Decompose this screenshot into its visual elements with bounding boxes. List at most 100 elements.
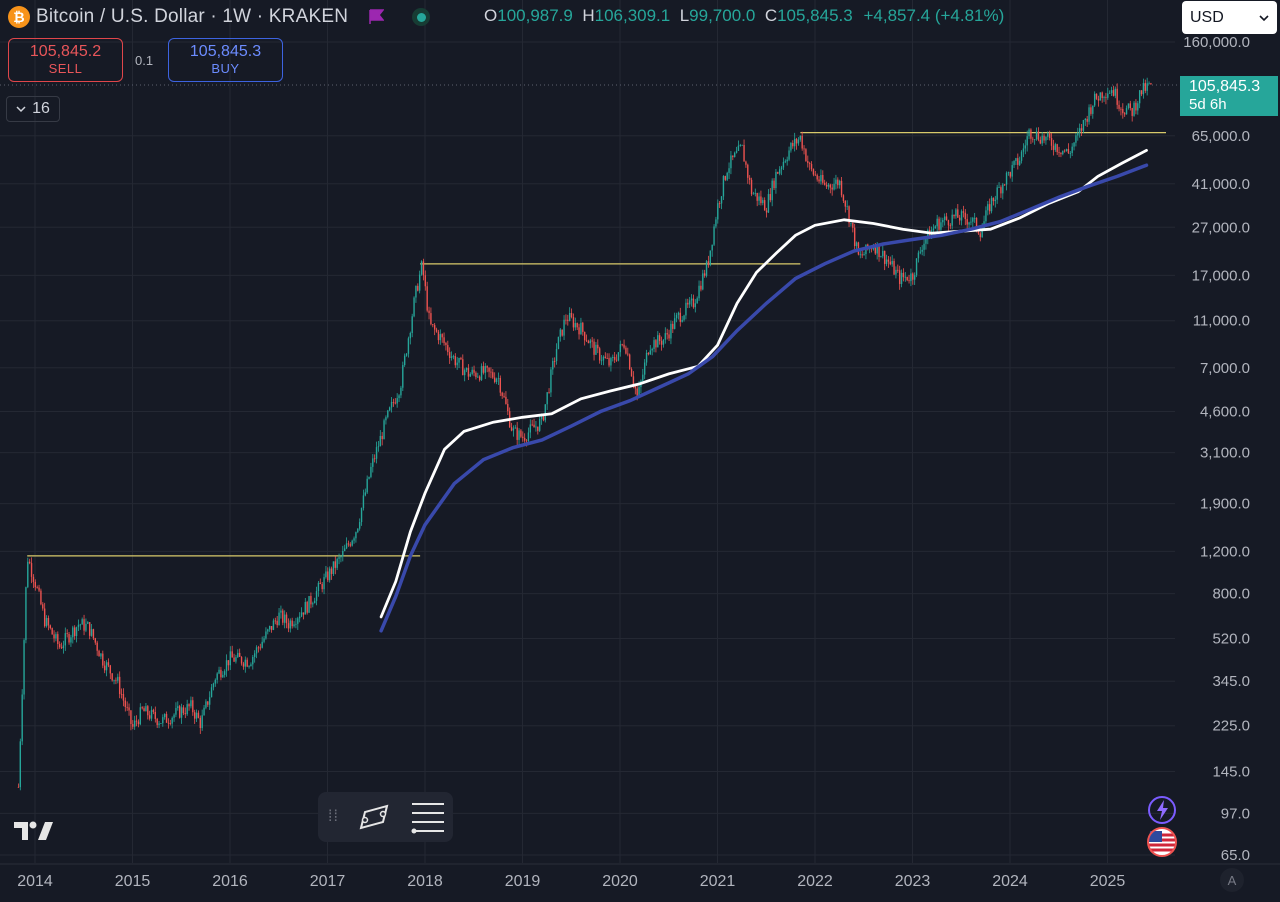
candle-body — [27, 561, 29, 588]
price-axis-label: 17,000.0 — [1192, 267, 1250, 284]
candle-body — [1067, 149, 1070, 154]
candle-body — [555, 349, 558, 362]
symbol-title[interactable]: Bitcoin / U.S. Dollar · 1W · KRAKEN — [36, 6, 348, 28]
candle-body — [900, 272, 903, 284]
candle-body — [19, 741, 21, 788]
candle-body — [940, 222, 942, 230]
sell-button[interactable]: 105,845.2 SELL — [8, 38, 123, 82]
candle-body — [1022, 148, 1025, 152]
candle-body — [608, 358, 610, 366]
candle-body — [664, 333, 666, 340]
candle-body — [550, 369, 552, 393]
candle-body — [752, 193, 755, 195]
lightning-icon[interactable] — [1146, 794, 1178, 826]
candle-body — [702, 273, 704, 290]
candle-body — [351, 540, 353, 546]
candle-body — [979, 233, 981, 238]
candle-body — [945, 216, 948, 221]
candle-body — [167, 722, 170, 724]
candle-body — [154, 711, 156, 719]
candle-body — [192, 700, 194, 713]
candle-body — [1125, 108, 1128, 115]
time-axis-label: 2019 — [505, 873, 541, 890]
bitcoin-icon: ₿ — [8, 6, 30, 28]
candle-body — [988, 204, 991, 212]
candle-body — [392, 401, 395, 403]
candle-body — [357, 528, 359, 533]
candle-body — [808, 163, 811, 165]
menu-lines-icon[interactable] — [408, 797, 448, 837]
candle-body — [370, 466, 372, 477]
candle-body — [1110, 90, 1113, 94]
candle-body — [242, 663, 245, 667]
candle-body — [193, 712, 196, 719]
candle-body — [595, 344, 597, 355]
buy-button[interactable]: 105,845.3 BUY — [168, 38, 283, 82]
candle-body — [148, 715, 151, 719]
candle-body — [477, 376, 479, 378]
drag-handle-icon[interactable]: ⁞⁞ — [328, 809, 340, 825]
candle-body — [893, 261, 895, 275]
candle-body — [1082, 120, 1085, 131]
candle-body — [1069, 153, 1071, 154]
candle-body — [1120, 108, 1122, 110]
candle-body — [1078, 128, 1081, 133]
candle-body — [231, 651, 233, 658]
currency-select[interactable]: USD — [1182, 1, 1277, 34]
candle-body — [602, 356, 605, 361]
candle-body — [250, 664, 252, 667]
candle-body — [115, 679, 117, 681]
candle-body — [482, 366, 485, 373]
candle-body — [544, 404, 546, 421]
symbol-header[interactable]: ₿ Bitcoin / U.S. Dollar · 1W · KRAKEN — [8, 4, 431, 30]
candle-body — [1005, 172, 1008, 185]
candle-body — [471, 369, 473, 374]
order-quantity[interactable]: 0.1 — [135, 53, 153, 68]
candle-body — [94, 638, 96, 643]
candle-body — [700, 285, 702, 290]
candle-body — [180, 707, 183, 718]
candle-body — [955, 209, 957, 217]
candle-body — [565, 319, 567, 321]
drawing-tools-icon[interactable] — [354, 797, 394, 837]
candle-body — [1063, 150, 1066, 152]
candle-body — [1135, 102, 1137, 111]
candle-body — [538, 419, 541, 431]
indicators-collapse-button[interactable]: 16 — [6, 96, 60, 122]
chevron-down-icon — [16, 106, 26, 113]
candle-body — [968, 222, 970, 225]
candle-body — [257, 647, 260, 649]
candle-body — [891, 261, 893, 265]
candle-body — [169, 723, 171, 724]
candle-body — [510, 427, 513, 431]
candle-body — [17, 786, 20, 788]
candle-body — [163, 713, 166, 718]
floating-toolbar[interactable]: ⁞⁞ — [318, 792, 453, 842]
price-axis-label: 1,900.0 — [1200, 496, 1250, 513]
moving-average-line — [379, 149, 1148, 619]
candle-body — [132, 724, 134, 727]
flag-icon[interactable] — [368, 9, 385, 25]
candle-body — [40, 590, 42, 605]
candle-body — [1077, 132, 1079, 136]
candle-body — [45, 618, 48, 627]
candle-body — [801, 135, 803, 149]
price-chart[interactable]: 160,000.0 65,000.0 41,000.0 27,000.0 17,000.… — [0, 0, 1280, 902]
candle-body — [615, 359, 618, 361]
candle-body — [724, 176, 726, 180]
candle-body — [728, 168, 730, 173]
candle-body — [1105, 97, 1107, 98]
auto-scale-icon[interactable]: A — [1220, 868, 1244, 892]
candle-body — [777, 172, 779, 174]
candle-body — [141, 707, 143, 709]
candle-body — [1002, 184, 1004, 194]
price-axis-label: 1,200.0 — [1200, 543, 1250, 560]
time-axis-label: 2015 — [115, 873, 151, 890]
candle-body — [694, 303, 696, 308]
price-axis-label: 145.0 — [1212, 763, 1250, 780]
candle-body — [628, 354, 631, 370]
candle-body — [298, 616, 301, 619]
us-flag-icon[interactable] — [1146, 826, 1178, 858]
candle-body — [49, 625, 51, 629]
candle-body — [973, 217, 976, 219]
